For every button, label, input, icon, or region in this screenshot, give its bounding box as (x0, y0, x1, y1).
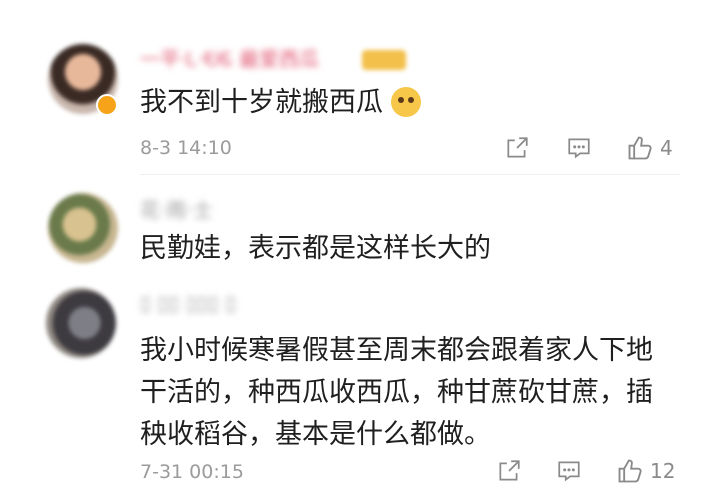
like-button[interactable]: 12 (616, 457, 675, 485)
avatar[interactable] (46, 288, 116, 358)
comment-text: 我小时候寒暑假甚至周末都会跟着家人下地 干活的，种西瓜收西瓜，种甘蔗砍甘蔗，插 … (140, 330, 653, 456)
like-count: 12 (650, 459, 676, 483)
forward-button[interactable] (496, 458, 522, 484)
comment-username[interactable]: ▯ ▯▯ ▯▯▯ ▯ (140, 292, 236, 314)
comment-bubble-icon (558, 461, 580, 482)
thumbs-up-icon (618, 459, 642, 483)
comment-button[interactable] (556, 458, 582, 484)
comment-text-line: 我小时候寒暑假甚至周末都会跟着家人下地 (140, 335, 653, 366)
share-square-icon (499, 460, 520, 481)
comment-item: ▯ ▯▯ ▯▯▯ ▯ 我小时候寒暑假甚至周末都会跟着家人下地 干活的，种西瓜收西… (0, 0, 720, 503)
comment-timestamp: 7-31 00:15 (140, 461, 244, 483)
comment-text-line: 秧收稻谷，基本是什么都做。 (140, 419, 491, 450)
comment-text-line: 干活的，种西瓜收西瓜，种甘蔗砍甘蔗，插 (140, 377, 653, 408)
